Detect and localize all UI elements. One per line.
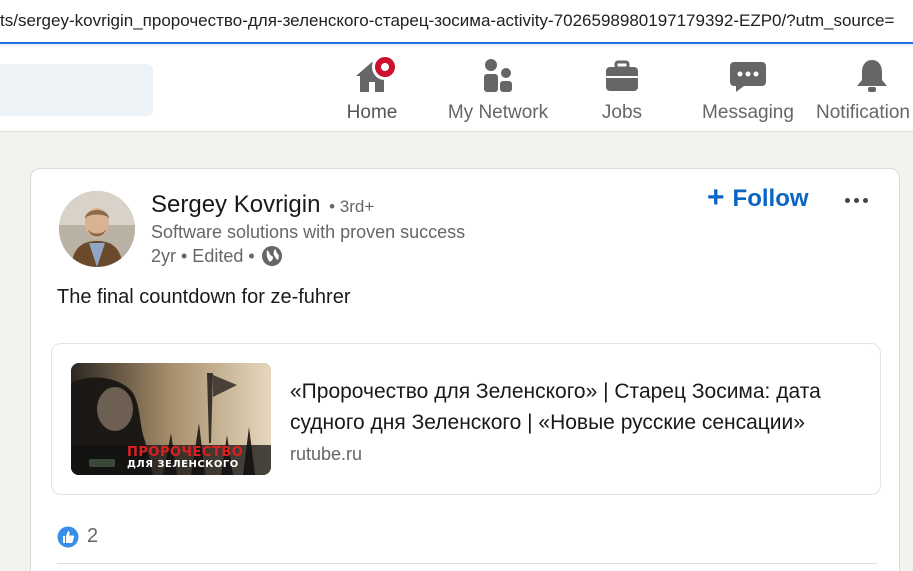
- link-preview-card[interactable]: ПРОРОЧЕСТВО ДЛЯ ЗЕЛЕНСКОГО «Пророчество …: [51, 343, 881, 495]
- follow-label: Follow: [732, 185, 809, 212]
- nav-item-home[interactable]: Home: [338, 54, 406, 126]
- link-domain: rutube.ru: [290, 444, 363, 464]
- author-name-text: Sergey Kovrigin: [151, 191, 321, 218]
- follow-button[interactable]: + Follow: [707, 181, 809, 214]
- nav-item-jobs[interactable]: Jobs: [592, 56, 652, 126]
- briefcase-icon: [602, 56, 642, 96]
- notification-badge: [372, 54, 398, 80]
- nav-label-home: Home: [346, 102, 398, 123]
- nav-item-messaging[interactable]: Messaging: [698, 56, 798, 126]
- nav-label-jobs: Jobs: [601, 102, 643, 123]
- post-text: The final countdown for ze-fuhrer: [57, 286, 351, 308]
- search-input[interactable]: [0, 64, 153, 116]
- nav-label-notifications: Notification: [816, 102, 910, 123]
- post-card: Sergey Kovrigin • 3rd+ Software solution…: [30, 168, 900, 571]
- nav-item-notifications[interactable]: Notification: [816, 56, 913, 126]
- globe-icon: [261, 245, 283, 267]
- more-options-icon[interactable]: [839, 183, 873, 217]
- link-thumbnail[interactable]: ПРОРОЧЕСТВО ДЛЯ ЗЕЛЕНСКОГО: [71, 363, 271, 475]
- browser-url-bar[interactable]: ts/sergey-kovrigin_пророчество-для-зелен…: [0, 0, 913, 44]
- nav-item-my-network[interactable]: My Network: [441, 56, 555, 126]
- like-icon: [57, 526, 79, 548]
- author-name[interactable]: Sergey Kovrigin • 3rd+: [151, 191, 374, 219]
- avatar[interactable]: [59, 191, 135, 267]
- nav-label-messaging: Messaging: [702, 102, 794, 123]
- reactions-summary[interactable]: 2: [57, 525, 98, 548]
- post-time: 2yr • Edited •: [151, 245, 255, 266]
- bell-icon: [852, 56, 892, 96]
- thumbnail-caption-subtitle: ДЛЯ ЗЕЛЕНСКОГО: [127, 459, 239, 470]
- link-title[interactable]: «Пророчество для Зеленского» | Старец Зо…: [290, 376, 860, 438]
- global-nav: Home My Network Jobs Messaging Notificat…: [0, 46, 913, 132]
- post-meta: 2yr • Edited •: [151, 245, 283, 267]
- author-headline: Software solutions with proven success: [151, 222, 466, 242]
- plus-icon: +: [707, 181, 725, 214]
- chat-icon: [728, 56, 768, 96]
- nav-label-my-network: My Network: [447, 102, 549, 123]
- home-icon: [352, 54, 398, 96]
- divider: [57, 563, 877, 564]
- thumbnail-caption-title: ПРОРОЧЕСТВО: [127, 445, 244, 460]
- reaction-count: 2: [87, 525, 99, 547]
- url-text: ts/sergey-kovrigin_пророчество-для-зелен…: [0, 11, 895, 30]
- people-icon: [478, 56, 518, 96]
- connection-degree: • 3rd+: [329, 197, 375, 216]
